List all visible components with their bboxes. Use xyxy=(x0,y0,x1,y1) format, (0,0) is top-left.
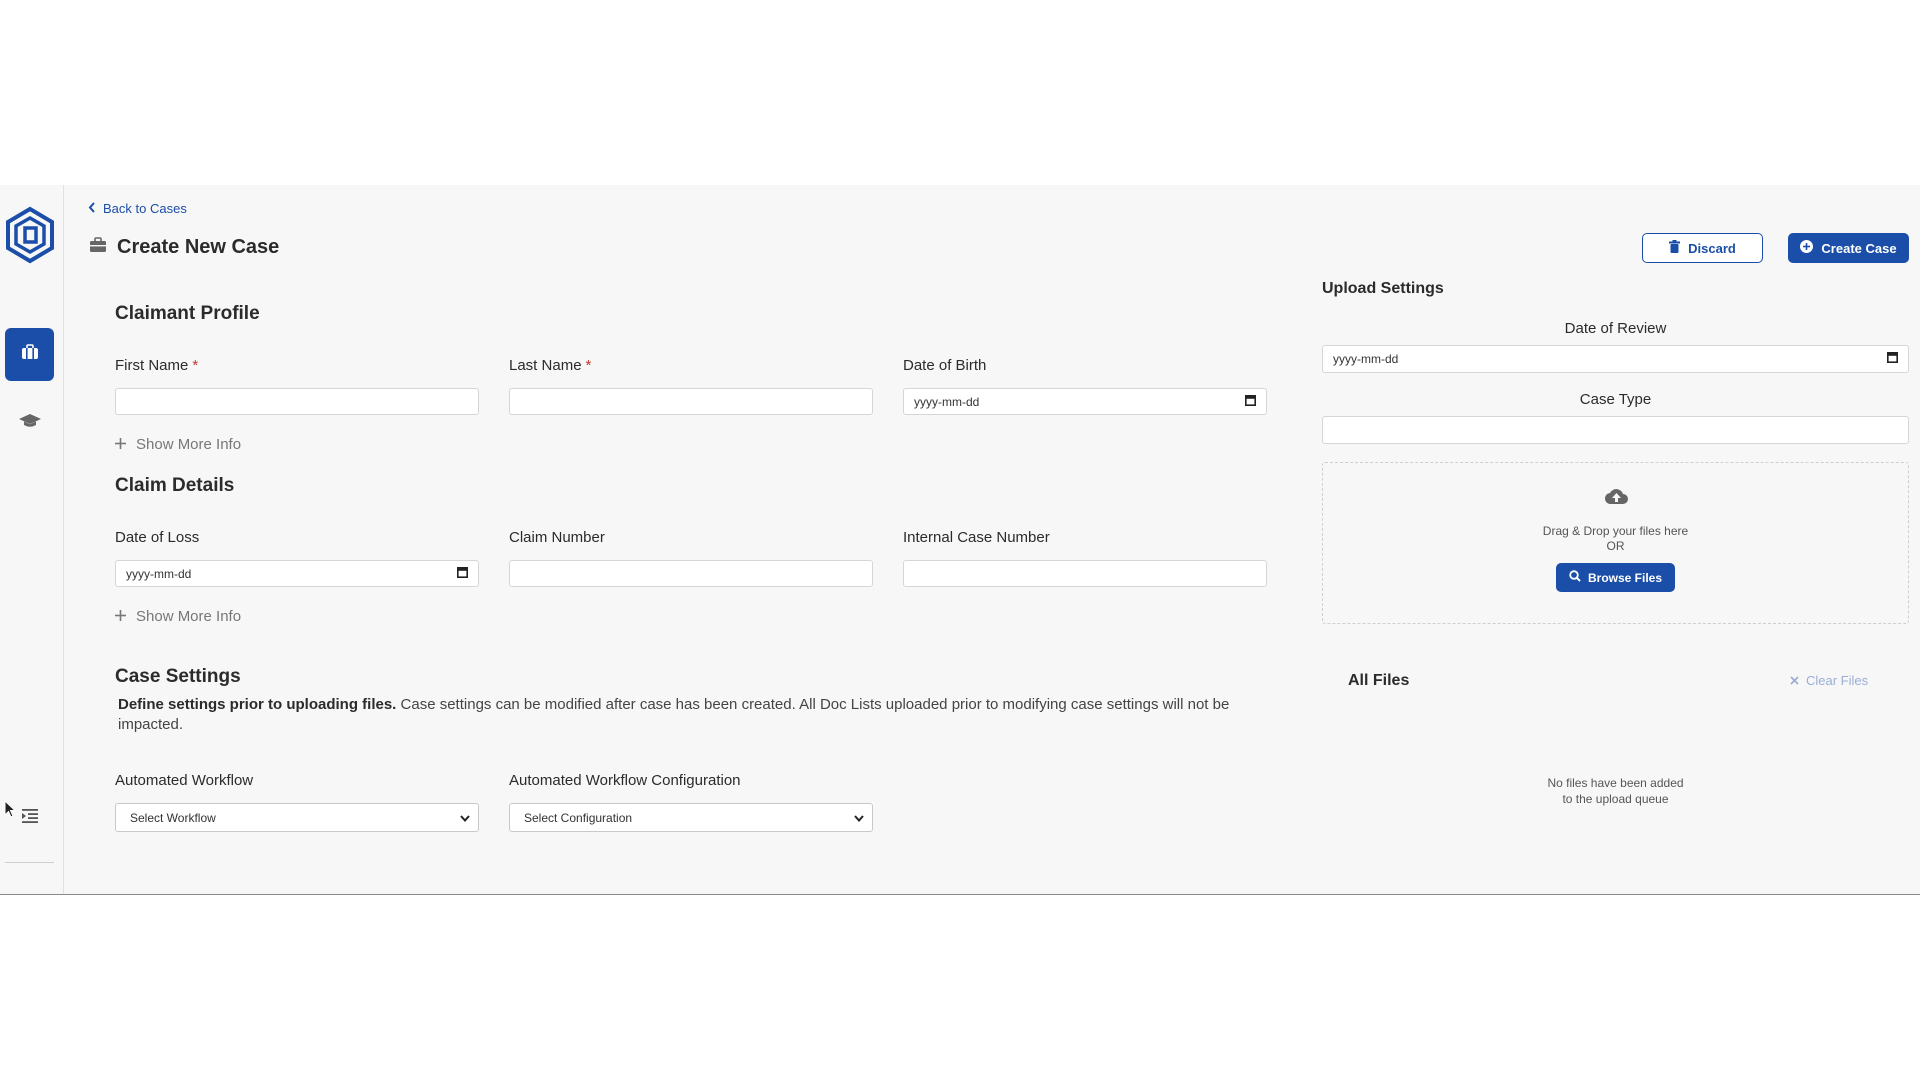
briefcase-icon xyxy=(21,344,39,365)
browse-files-label: Browse Files xyxy=(1587,570,1663,585)
claimant-show-more-button[interactable]: Show More Info xyxy=(115,436,241,453)
chevron-down-icon xyxy=(854,811,864,825)
last-name-label: Last Name * xyxy=(509,357,592,374)
claim-details-heading: Claim Details xyxy=(115,475,235,496)
create-case-label: Create Case xyxy=(1821,240,1897,256)
mouse-pointer-icon xyxy=(4,799,17,823)
workflow-selected-value: Select Workflow xyxy=(130,810,216,825)
indent-menu-icon xyxy=(21,808,39,829)
empty-files-message: No files have been added to the upload q… xyxy=(1322,775,1909,807)
briefcase-icon xyxy=(89,237,107,258)
date-of-loss-label: Date of Loss xyxy=(115,529,200,546)
trash-icon xyxy=(1669,240,1681,256)
date-of-review-placeholder: yyyy-mm-dd xyxy=(1333,352,1399,366)
sidebar xyxy=(0,185,64,894)
internal-case-number-field[interactable] xyxy=(903,560,1267,587)
page-title: Create New Case xyxy=(89,236,279,259)
empty-files-line-2: to the upload queue xyxy=(1562,792,1669,806)
sidebar-item-cases[interactable] xyxy=(5,328,54,381)
or-text: OR xyxy=(1606,539,1625,553)
back-to-cases-link[interactable]: Back to Cases xyxy=(88,201,187,216)
date-of-review-label: Date of Review xyxy=(1564,320,1667,337)
dob-field[interactable]: yyyy-mm-dd xyxy=(903,388,1267,415)
required-mark: * xyxy=(192,357,199,374)
required-mark: * xyxy=(585,357,592,374)
cloud-upload-icon xyxy=(1604,488,1628,510)
case-type-label: Case Type xyxy=(1579,391,1652,408)
automated-workflow-select[interactable]: Select Workflow xyxy=(115,803,479,832)
show-more-label: Show More Info xyxy=(136,436,242,453)
config-selected-value: Select Configuration xyxy=(524,810,633,825)
app-shell: Back to Cases Create New Case Discard Cr… xyxy=(0,185,1920,895)
back-link-label: Back to Cases xyxy=(103,201,187,216)
workflow-config-select[interactable]: Select Configuration xyxy=(509,803,873,832)
empty-files-line-1: No files have been added xyxy=(1547,776,1684,790)
claimant-profile-heading: Claimant Profile xyxy=(115,303,260,324)
page-title-text: Create New Case xyxy=(117,236,280,258)
close-icon xyxy=(1790,673,1799,688)
date-of-loss-placeholder: yyyy-mm-dd xyxy=(126,566,192,581)
first-name-label: First Name * xyxy=(115,357,199,374)
dob-placeholder: yyyy-mm-dd xyxy=(914,394,980,409)
sidebar-item-training[interactable] xyxy=(5,397,54,450)
calendar-icon[interactable] xyxy=(1245,394,1256,409)
sidebar-divider xyxy=(5,862,54,863)
drop-instructions: Drag & Drop your files here xyxy=(1542,524,1689,538)
clear-files-button[interactable]: Clear Files xyxy=(1790,673,1868,688)
chevron-left-icon xyxy=(88,201,96,216)
description-bold: Define settings prior to uploading files… xyxy=(118,696,397,713)
internal-case-number-label: Internal Case Number xyxy=(903,529,1050,546)
plus-icon xyxy=(115,608,126,625)
claim-number-field[interactable] xyxy=(509,560,873,587)
last-name-field[interactable] xyxy=(509,388,873,415)
chevron-down-icon xyxy=(460,811,470,825)
discard-button[interactable]: Discard xyxy=(1642,233,1763,263)
discard-label: Discard xyxy=(1688,240,1736,256)
automated-workflow-label: Automated Workflow xyxy=(115,772,254,789)
app-logo-icon[interactable] xyxy=(3,205,57,265)
search-icon xyxy=(1569,570,1581,585)
calendar-icon[interactable] xyxy=(457,566,468,581)
case-settings-description: Define settings prior to uploading files… xyxy=(118,695,1288,735)
all-files-heading: All Files xyxy=(1348,672,1410,689)
upload-settings-heading: Upload Settings xyxy=(1322,280,1444,297)
workflow-config-label: Automated Workflow Configuration xyxy=(509,772,741,789)
dob-label: Date of Birth xyxy=(903,357,987,374)
claim-show-more-button[interactable]: Show More Info xyxy=(115,608,241,625)
calendar-icon[interactable] xyxy=(1887,352,1898,366)
claim-number-label: Claim Number xyxy=(509,529,605,546)
file-dropzone[interactable]: Drag & Drop your files here OR Browse Fi… xyxy=(1322,462,1909,624)
graduation-cap-icon xyxy=(18,413,42,434)
date-of-loss-field[interactable]: yyyy-mm-dd xyxy=(115,560,479,587)
plus-icon xyxy=(115,436,126,453)
browse-files-button[interactable]: Browse Files xyxy=(1556,563,1675,592)
case-settings-heading: Case Settings xyxy=(115,666,241,687)
case-type-field[interactable] xyxy=(1322,416,1909,444)
create-case-button[interactable]: Create Case xyxy=(1788,233,1909,263)
plus-circle-icon xyxy=(1800,240,1814,256)
clear-files-label: Clear Files xyxy=(1806,673,1869,688)
date-of-review-field[interactable]: yyyy-mm-dd xyxy=(1322,345,1909,373)
show-more-label: Show More Info xyxy=(136,608,242,625)
first-name-field[interactable] xyxy=(115,388,479,415)
